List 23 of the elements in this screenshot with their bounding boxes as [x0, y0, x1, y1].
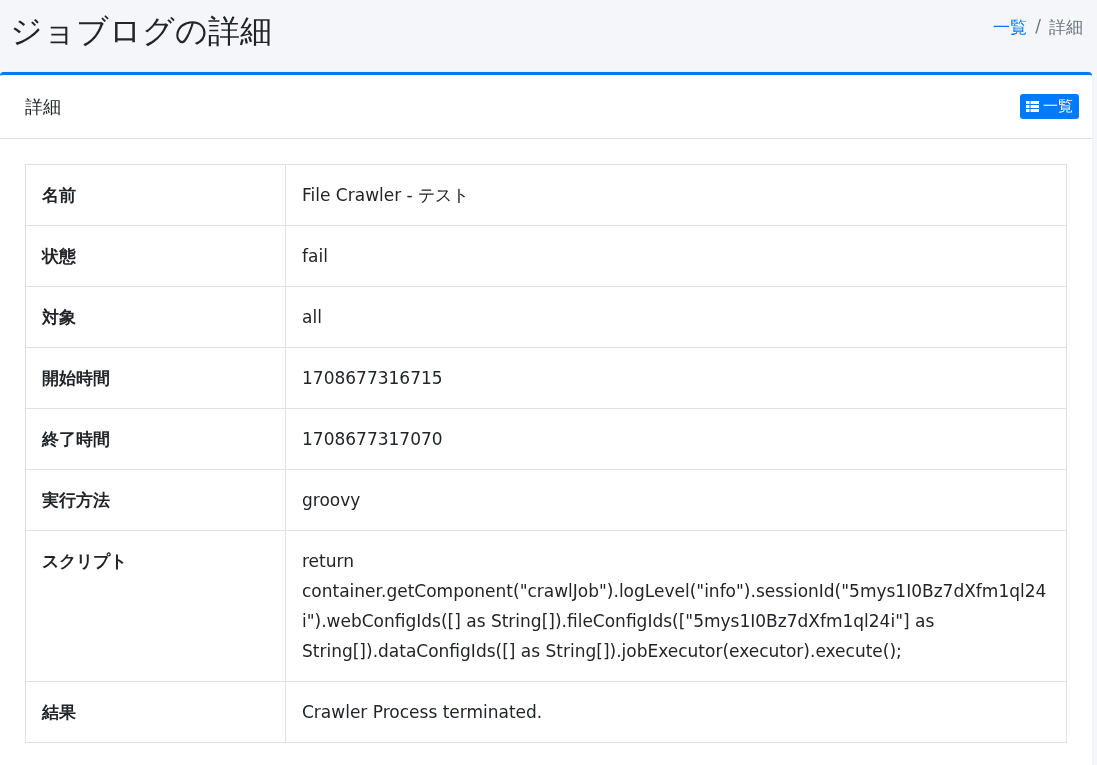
field-label: 実行方法 [25, 469, 286, 531]
field-value: 1708677316715 [285, 347, 1067, 409]
list-button[interactable]: 一覧 [1020, 94, 1079, 119]
field-label: 名前 [25, 164, 286, 226]
field-label: 開始時間 [25, 347, 286, 409]
breadcrumb-separator: / [1035, 16, 1041, 38]
field-label: 結果 [25, 681, 286, 743]
breadcrumb-current: 詳細 [1049, 16, 1083, 39]
card-title: 詳細 [25, 94, 61, 119]
field-label: 状態 [25, 225, 286, 287]
breadcrumb-link[interactable]: 一覧 [993, 16, 1028, 39]
field-label: 対象 [25, 286, 286, 348]
field-value: Crawler Process terminated. [285, 681, 1067, 743]
field-label: 終了時間 [25, 408, 286, 470]
field-value: 1708677317070 [285, 408, 1067, 470]
field-value: all [285, 286, 1067, 348]
table-icon [1026, 101, 1039, 112]
field-value: fail [285, 225, 1067, 287]
page-title: ジョブログの詳細 [10, 11, 272, 52]
field-value: groovy [285, 469, 1067, 531]
field-value: return container.getComponent("crawlJob").logLevel("info").sessionId("5mys1I0Bz7dXfm1ql24i").webConfigIds([] as String[]).fileConfigIds(["5mys1I0Bz7dXfm1ql24i"] as String[]).dataConfigIds([] as String[]).jobExecutor(executor).execute(); [285, 530, 1067, 682]
field-label: スクリプト [25, 530, 286, 682]
field-value: File Crawler - テスト [285, 164, 1067, 226]
